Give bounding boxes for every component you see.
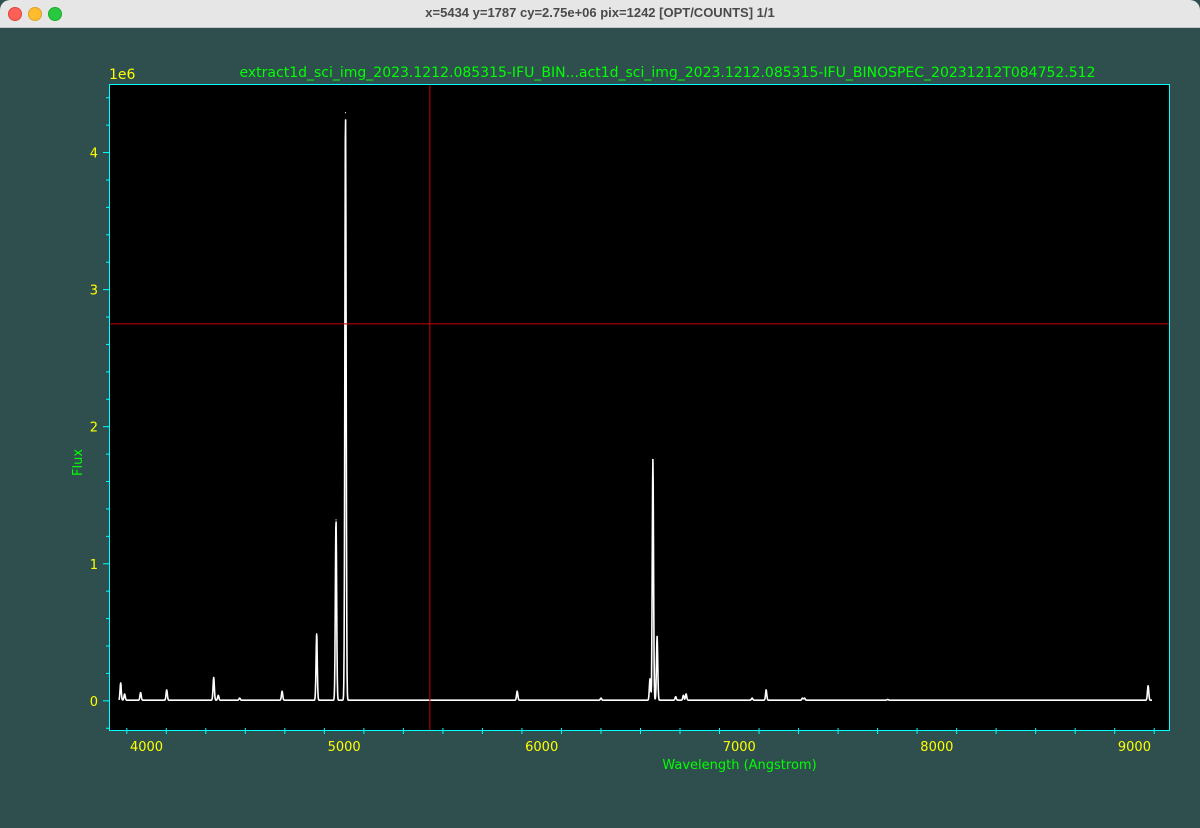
- emission-line-peak: [316, 633, 318, 635]
- emission-line-peak: [801, 697, 804, 699]
- x-axis-ticks: 4000 5000 6000 7000 8000 9000: [126, 728, 1155, 755]
- x-tick-label: 5000: [328, 740, 361, 755]
- y-tick-label: 3: [90, 284, 98, 299]
- y-axis-ticks: 0 1 2 3 4: [90, 97, 109, 729]
- emission-line-peak: [887, 698, 889, 701]
- emission-line-peak: [516, 690, 518, 692]
- x-tick-label: 8000: [920, 740, 953, 755]
- y-tick-label: 0: [90, 695, 98, 710]
- emission-line-peak: [166, 689, 168, 691]
- plot-area-container[interactable]: 4000 5000 6000 7000 8000 9000 0 1 2 3 4 extract1d…: [0, 28, 1200, 828]
- spectrum-chart[interactable]: 4000 5000 6000 7000 8000 9000 0 1 2 3 4 extract1d…: [0, 28, 1200, 828]
- y-tick-label: 4: [90, 147, 98, 162]
- emission-line-peak: [600, 697, 602, 699]
- emission-line-peak: [1147, 685, 1149, 687]
- x-tick-label: 6000: [525, 740, 558, 755]
- x-tick-label: 7000: [723, 740, 756, 755]
- emission-line-peak: [685, 693, 687, 695]
- x-tick-label: 4000: [130, 740, 163, 755]
- emission-line-peak: [213, 676, 215, 679]
- y-tick-label: 1: [90, 558, 98, 573]
- window-title: x=5434 y=1787 cy=2.75e+06 pix=1242 [OPT/…: [425, 5, 775, 20]
- emission-line-peak: [675, 696, 677, 698]
- emission-line-peak: [238, 697, 241, 699]
- emission-line-peak: [682, 694, 684, 696]
- emission-line-peak: [120, 682, 122, 684]
- emission-line-peak: [765, 689, 767, 691]
- y-tick-label: 2: [90, 421, 98, 436]
- emission-line-peak: [751, 697, 753, 699]
- emission-line-peak: [803, 697, 806, 699]
- chart-title: extract1d_sci_img_2023.1212.085315-IFU_B…: [240, 65, 1096, 81]
- x-tick-label: 9000: [1118, 740, 1151, 755]
- y-offset-label: 1e6: [109, 67, 136, 83]
- y-axis-label: Flux: [71, 449, 86, 476]
- emission-line-peak: [344, 112, 347, 114]
- app-window: x=5434 y=1787 cy=2.75e+06 pix=1242 [OPT/…: [0, 0, 1200, 828]
- emission-line-peak: [335, 519, 337, 521]
- x-axis-label: Wavelength (Angstrom): [662, 758, 816, 773]
- emission-line-peak: [652, 458, 654, 461]
- emission-line-peak: [656, 635, 658, 638]
- emission-line-peak: [217, 694, 219, 696]
- emission-line-peak: [649, 678, 651, 680]
- emission-line-peak: [124, 693, 126, 695]
- emission-line-peak: [140, 692, 142, 694]
- plot-background[interactable]: [109, 84, 1170, 731]
- emission-line-peak: [281, 690, 283, 692]
- title-bar: x=5434 y=1787 cy=2.75e+06 pix=1242 [OPT/…: [0, 0, 1200, 28]
